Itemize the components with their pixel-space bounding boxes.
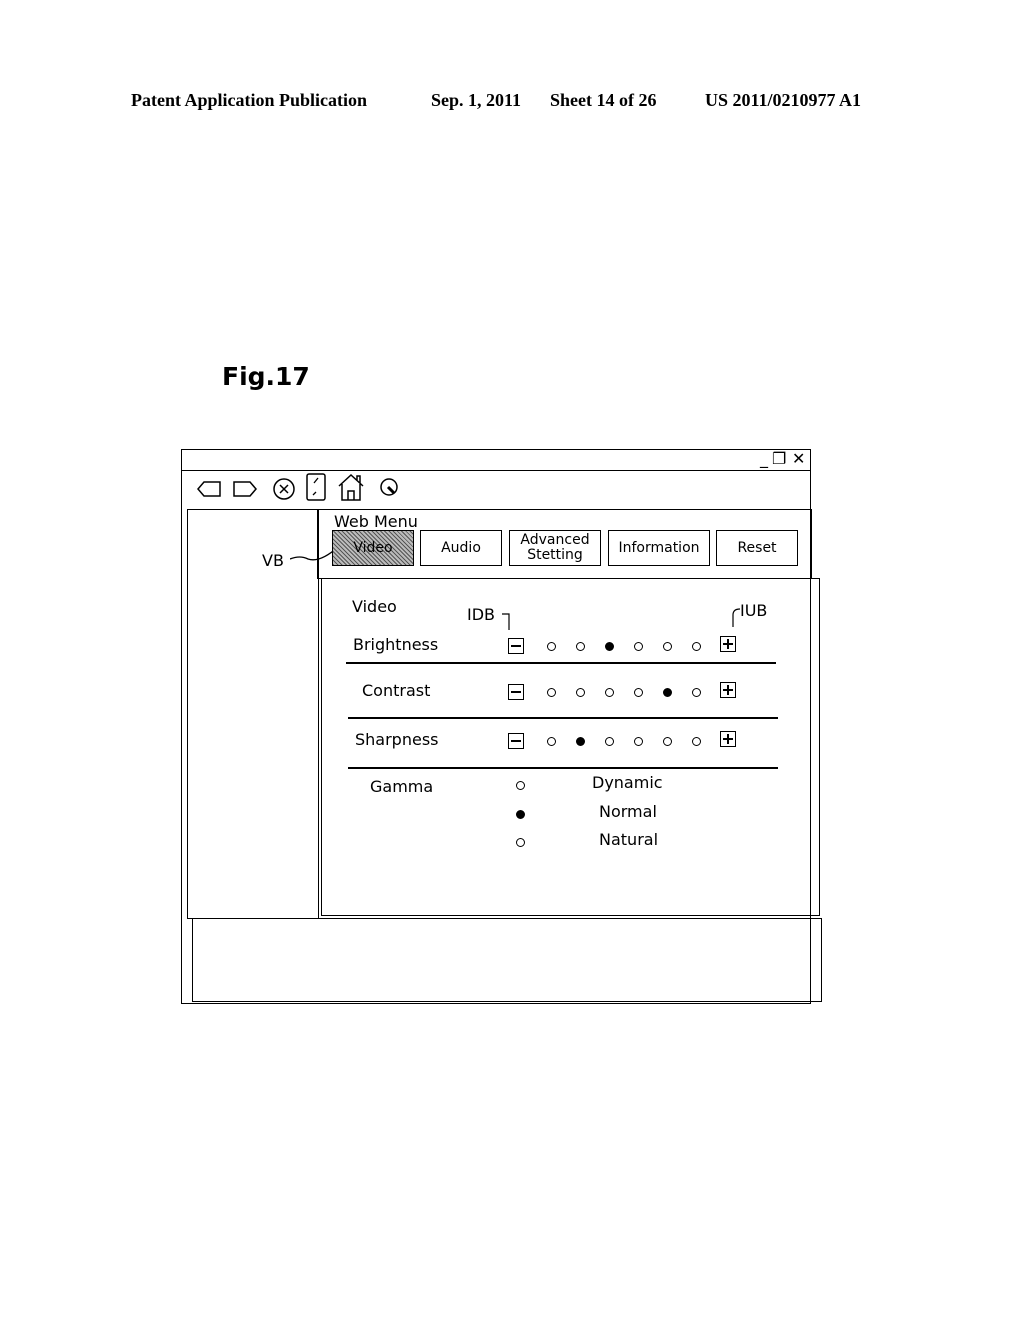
sharpness-level-1[interactable]	[547, 737, 556, 746]
back-arrow-icon[interactable]	[196, 476, 222, 502]
status-pane	[192, 918, 822, 1002]
publication-date: Sep. 1, 2011	[431, 90, 522, 110]
brightness-level-3[interactable]	[605, 642, 614, 651]
contrast-decrease-button[interactable]	[508, 684, 524, 700]
close-button[interactable]: ✕	[792, 450, 805, 468]
home-icon[interactable]	[336, 472, 366, 502]
gamma-option-normal: Normal	[599, 802, 657, 821]
menu-title: Web Menu	[334, 512, 418, 531]
iub-callout: IUB	[740, 601, 768, 620]
reset-button[interactable]: Reset	[716, 530, 798, 566]
advanced-setting-button[interactable]: Advanced Stetting	[509, 530, 601, 566]
contrast-level-1[interactable]	[547, 688, 556, 697]
sheet-number: Sheet 14 of 26	[550, 90, 657, 110]
gamma-radio-natural[interactable]	[516, 838, 525, 847]
gamma-label: Gamma	[370, 777, 434, 796]
stop-icon[interactable]	[271, 476, 297, 502]
contrast-level-2[interactable]	[576, 688, 585, 697]
brightness-level-4[interactable]	[634, 642, 643, 651]
gamma-option-dynamic: Dynamic	[592, 773, 663, 792]
brightness-label: Brightness	[353, 635, 439, 654]
sidebar-pane	[187, 509, 319, 919]
section-title: Video	[352, 597, 397, 616]
contrast-level-6[interactable]	[692, 688, 701, 697]
title-bar: _ ❐ ✕	[182, 450, 810, 471]
brightness-level-5[interactable]	[663, 642, 672, 651]
gamma-option-natural: Natural	[599, 830, 659, 849]
divider	[346, 662, 776, 664]
information-button[interactable]: Information	[608, 530, 710, 566]
idb-callout: IDB	[467, 605, 496, 624]
figure-label: Fig.17	[222, 362, 310, 391]
brightness-level-2[interactable]	[576, 642, 585, 651]
video-button[interactable]: Video	[332, 530, 414, 566]
restore-button[interactable]: ❐	[772, 450, 786, 468]
sharpness-label: Sharpness	[355, 730, 439, 749]
reload-icon[interactable]	[303, 472, 329, 502]
brightness-increase-button[interactable]	[720, 636, 736, 652]
contrast-level-5[interactable]	[663, 688, 672, 697]
forward-arrow-icon[interactable]	[232, 476, 258, 502]
sharpness-level-2[interactable]	[576, 737, 585, 746]
minimize-button[interactable]: _	[760, 450, 768, 468]
gamma-radio-dynamic[interactable]	[516, 781, 525, 790]
brightness-decrease-button[interactable]	[508, 638, 524, 654]
patent-number: US 2011/0210977 A1	[705, 90, 862, 110]
divider	[348, 717, 778, 719]
contrast-level-3[interactable]	[605, 688, 614, 697]
toolbar	[182, 470, 810, 508]
gamma-radio-normal[interactable]	[516, 810, 525, 819]
contrast-level-4[interactable]	[634, 688, 643, 697]
sharpness-level-6[interactable]	[692, 737, 701, 746]
iub-leader-line	[732, 608, 741, 627]
publication-type: Patent Application Publication	[131, 90, 368, 110]
audio-button[interactable]: Audio	[420, 530, 502, 566]
brightness-level-6[interactable]	[692, 642, 701, 651]
sharpness-level-5[interactable]	[663, 737, 672, 746]
sharpness-level-3[interactable]	[605, 737, 614, 746]
brightness-level-1[interactable]	[547, 642, 556, 651]
contrast-label: Contrast	[362, 681, 431, 700]
settings-pane: Video IDB IUB Brightness Contrast Sharpnes…	[321, 578, 820, 916]
sharpness-decrease-button[interactable]	[508, 733, 524, 749]
divider	[348, 767, 778, 769]
sharpness-increase-button[interactable]	[720, 731, 736, 747]
contrast-increase-button[interactable]	[720, 682, 736, 698]
web-menu-pane: Web Menu Video Audio Advanced Stetting I…	[317, 509, 812, 579]
search-icon[interactable]	[378, 476, 404, 502]
browser-window: _ ❐ ✕ Web Menu Video Audio Advanced Stet…	[181, 449, 822, 1004]
sharpness-level-4[interactable]	[634, 737, 643, 746]
idb-leader-line	[502, 613, 510, 630]
